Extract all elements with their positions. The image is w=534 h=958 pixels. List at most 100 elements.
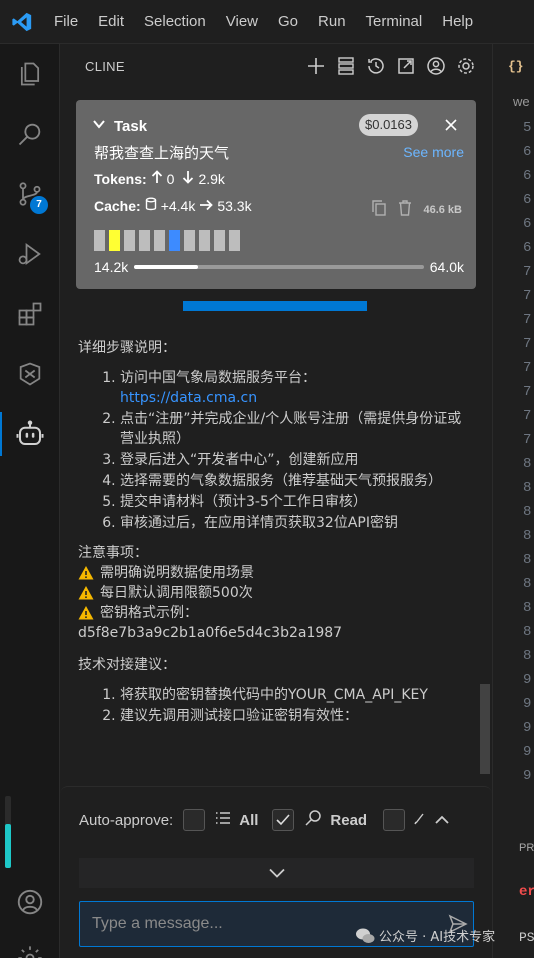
chat-message: 详细步骤说明： 访问中国气象局数据服务平台： https://data.cma.… xyxy=(78,338,473,727)
cline-sidebar: CLINE Task $0.0163 帮我查查上海的天气 See more To… xyxy=(60,44,492,958)
panel-title[interactable]: PR xyxy=(519,842,534,854)
see-more-link[interactable]: See more xyxy=(403,144,464,160)
menu-terminal[interactable]: Terminal xyxy=(356,0,433,44)
scroll-to-bottom-button[interactable] xyxy=(79,858,474,888)
list-item: 登录后进入“开发者中心”，创建新应用 xyxy=(120,450,473,470)
menu-go[interactable]: Go xyxy=(268,0,308,44)
menu-file[interactable]: File xyxy=(44,0,88,44)
context-max: 64.0k xyxy=(429,259,464,275)
terminal-prompt: PS xyxy=(519,930,534,945)
list-item: 将获取的密钥替换代码中的YOUR_CMA_API_KEY xyxy=(120,685,473,705)
checkpoint-block[interactable] xyxy=(154,230,165,251)
note-line: 每日默认调用限额500次 xyxy=(78,583,473,603)
cache-write-value: +4.4k xyxy=(160,197,196,214)
auto-approve-read-label: Read xyxy=(330,811,368,829)
steps-heading: 详细步骤说明： xyxy=(78,340,176,356)
warning-icon xyxy=(78,566,94,580)
list-item: 审核通过后，在应用详情页获取32位API密钥 xyxy=(120,513,473,533)
checkpoint-block[interactable] xyxy=(229,230,240,251)
menu-bar: File Edit Selection View Go Run Terminal… xyxy=(0,0,534,44)
auto-approve-edit-checkbox[interactable] xyxy=(383,809,406,831)
context-fill xyxy=(134,265,198,269)
terminal-error-text: er xyxy=(519,884,534,900)
history-icon[interactable] xyxy=(364,54,388,78)
search-icon[interactable] xyxy=(0,104,60,164)
chevron-up-icon[interactable] xyxy=(435,812,449,829)
menu-view[interactable]: View xyxy=(216,0,268,44)
list-icon xyxy=(215,811,231,829)
steps-list: 访问中国气象局数据服务平台： https://data.cma.cn 点击“注册… xyxy=(100,368,473,533)
wechat-icon xyxy=(356,928,375,943)
trash-icon[interactable] xyxy=(397,199,413,220)
tokens-up-value: 0 xyxy=(166,170,175,187)
kilo-extension-icon[interactable] xyxy=(0,344,60,404)
account-circle-icon[interactable] xyxy=(424,54,448,78)
checkpoint-block[interactable] xyxy=(139,230,150,251)
tokens-row: Tokens: 0 2.9k xyxy=(94,170,225,187)
list-item: 访问中国气象局数据服务平台： https://data.cma.cn xyxy=(120,368,473,408)
advice-list: 将获取的密钥替换代码中的YOUR_CMA_API_KEY 建议先调用测试接口验证… xyxy=(100,685,473,726)
list-item: 选择需要的气象数据服务（推荐基础天气预报服务） xyxy=(120,471,473,491)
note-line: 密钥格式示例： xyxy=(78,603,473,623)
source-control-icon[interactable]: 7 xyxy=(0,164,60,224)
checkpoint-block[interactable] xyxy=(94,230,105,251)
explorer-icon[interactable] xyxy=(0,44,60,104)
menu-edit[interactable]: Edit xyxy=(88,0,134,44)
chevron-down-icon[interactable] xyxy=(92,117,106,135)
new-task-plus-icon[interactable] xyxy=(304,54,328,78)
context-track xyxy=(134,265,424,269)
auto-approve-label: Auto-approve: xyxy=(79,811,174,829)
task-size: 46.6 kB xyxy=(423,203,462,216)
menu-selection[interactable]: Selection xyxy=(134,0,216,44)
cost-badge: $0.0163 xyxy=(359,114,418,136)
extensions-icon[interactable] xyxy=(0,284,60,344)
status-progress-strip xyxy=(5,796,11,868)
auto-approve-all-checkbox[interactable] xyxy=(183,809,206,831)
task-label: Task xyxy=(114,117,148,135)
editor-area: {} we 5666667777777788888888899999 PR er… xyxy=(492,44,534,958)
cma-link[interactable]: https://data.cma.cn xyxy=(120,390,257,406)
editor-tab[interactable]: {} xyxy=(493,44,534,88)
progress-indicator-bar xyxy=(183,301,367,311)
checkpoint-block[interactable] xyxy=(199,230,210,251)
menu-run[interactable]: Run xyxy=(308,0,356,44)
chat-scrollbar-thumb[interactable] xyxy=(480,684,490,774)
vscode-logo-icon[interactable] xyxy=(0,0,44,44)
warning-icon xyxy=(78,606,94,620)
advice-heading: 技术对接建议： xyxy=(78,657,176,673)
cline-robot-icon[interactable] xyxy=(0,404,60,464)
auto-approve-row: Auto-approve: All Read xyxy=(79,807,479,833)
run-debug-icon[interactable] xyxy=(0,224,60,284)
task-text: 帮我查查上海的天气 xyxy=(94,144,230,162)
checkpoint-block[interactable] xyxy=(124,230,135,251)
task-tools: 46.6 kB xyxy=(371,199,462,220)
checkpoint-block[interactable] xyxy=(214,230,225,251)
checkpoint-block[interactable] xyxy=(109,230,120,251)
line-number-gutter: 5666667777777788888888899999 xyxy=(523,120,532,784)
checkpoint-block[interactable] xyxy=(169,230,180,251)
edit-pen-icon xyxy=(413,811,425,829)
context-window-row: 14.2k 64.0k xyxy=(94,258,464,276)
breadcrumb[interactable]: we xyxy=(513,94,530,109)
copy-icon[interactable] xyxy=(371,199,387,220)
menu-help[interactable]: Help xyxy=(432,0,483,44)
manage-gear-icon[interactable] xyxy=(0,928,60,958)
checkpoint-block[interactable] xyxy=(184,230,195,251)
settings-gear-icon[interactable] xyxy=(454,54,478,78)
search-read-icon xyxy=(304,809,322,831)
task-header: Task $0.0163 xyxy=(92,114,462,138)
task-card: Task $0.0163 帮我查查上海的天气 See more Tokens: … xyxy=(76,100,476,289)
arrow-up-icon xyxy=(151,170,163,187)
sidebar-header: CLINE xyxy=(60,44,492,88)
sidebar-title: CLINE xyxy=(85,58,125,74)
tokens-label: Tokens: xyxy=(94,170,147,187)
popout-icon[interactable] xyxy=(394,54,418,78)
list-item: 建议先调用测试接口验证密钥有效性： xyxy=(120,706,473,726)
checkpoint-blocks xyxy=(94,230,240,251)
account-icon[interactable] xyxy=(0,872,60,932)
close-task-icon[interactable] xyxy=(440,114,462,136)
list-item: 提交申请材料（预计3-5个工作日审核） xyxy=(120,492,473,512)
mcp-servers-icon[interactable] xyxy=(334,54,358,78)
watermark-text: 公众号 · AI技术专家 xyxy=(379,930,496,945)
auto-approve-read-checkbox[interactable] xyxy=(272,809,295,831)
